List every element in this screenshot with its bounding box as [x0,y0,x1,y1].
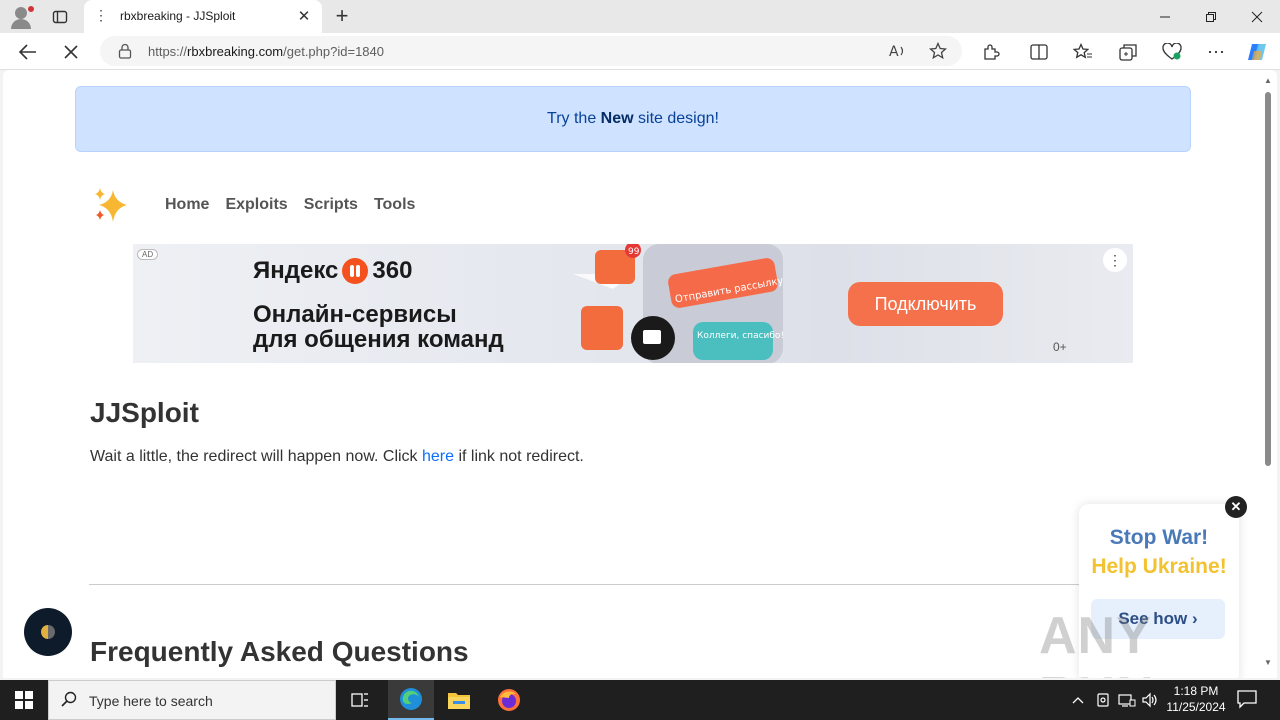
search-placeholder: Type here to search [89,693,213,709]
ad-age-rating: 0+ [1053,340,1067,354]
yandex-ad-banner[interactable]: AD Яндекс 360 Онлайн-сервисы для общения… [133,244,1133,363]
split-screen-icon[interactable] [1025,39,1053,65]
ad-brand: Яндекс 360 [253,257,413,284]
more-menu-icon[interactable]: ⋯ [1202,39,1230,65]
minimize-button[interactable] [1142,0,1188,33]
site-logo-sparkles-icon[interactable] [91,186,133,226]
ad-badge: AD [137,249,159,260]
section-divider [89,584,1089,585]
volume-icon[interactable] [1141,680,1159,720]
banner-prefix: Try the [547,110,601,127]
clock-time: 1:18 PM [1173,684,1219,698]
collections-icon[interactable] [1114,39,1142,65]
anyrun-watermark: ANY RUN [1039,607,1154,678]
tab-actions-icon[interactable] [46,4,74,30]
read-aloud-icon[interactable]: A [886,40,910,62]
firefox-icon[interactable] [486,680,532,720]
page-title: JJSploit [90,397,199,428]
restore-button[interactable] [1188,0,1234,33]
back-arrow-icon[interactable] [14,39,42,65]
redirect-here-link[interactable]: here [422,448,454,465]
svg-text:99: 99 [628,247,640,257]
search-icon [61,691,77,712]
network-icon[interactable] [1118,680,1136,720]
tab-title: rbxbreaking - JJSploit [120,9,236,23]
redirect-message: Wait a little, the redirect will happen … [90,448,584,465]
profile-icon[interactable] [8,4,36,30]
banner-suffix: site design! [633,110,719,127]
svg-text:A: A [889,44,899,59]
start-button[interactable] [0,680,48,720]
nav-scripts[interactable]: Scripts [304,196,358,214]
favorite-star-icon[interactable] [926,40,950,62]
scroll-thumb[interactable] [1265,92,1271,466]
nav-exploits[interactable]: Exploits [225,196,287,214]
show-hidden-icons-icon[interactable] [1071,680,1085,720]
faq-heading: Frequently Asked Questions [90,636,469,667]
windows-logo-icon [15,691,33,709]
help-ukraine-text: Help Ukraine! [1091,555,1227,578]
task-view-icon[interactable] [337,680,383,720]
close-window-button[interactable] [1234,0,1280,33]
banner-new-word: New [600,110,634,127]
taskbar-search[interactable]: Type here to search [48,680,336,720]
scroll-up-arrow-icon[interactable]: ▲ [1264,76,1272,85]
nav-tools[interactable]: Tools [374,196,415,214]
url-text[interactable]: https://rbxbreaking.com/get.php?id=1840 [148,44,384,59]
ad-cta-button[interactable]: Подключить [848,282,1003,326]
close-widget-icon[interactable]: ✕ [1225,496,1247,518]
scroll-down-arrow-icon[interactable]: ▼ [1264,658,1272,667]
notification-icon[interactable] [1236,688,1260,712]
new-design-banner[interactable]: Try the New site design! [75,86,1191,152]
ad-headline: Онлайн-сервисы для общения команд [253,301,504,353]
lock-icon[interactable] [118,43,132,59]
ad-illustration-icon: 99 Отправить рассылку Коллеги, спасибо! [573,244,784,363]
browser-essentials-icon[interactable] [1158,39,1186,65]
tab-menu-icon[interactable]: ⋮ [94,7,108,24]
stop-loading-icon[interactable] [57,39,85,65]
stop-war-text: Stop War! [1109,526,1209,549]
close-tab-icon[interactable]: ✕ [294,6,314,26]
half-moon-icon [41,625,55,639]
windows-taskbar: Type here to search 1:18 PM 11/25/2024 [0,680,1280,720]
favorites-icon[interactable] [1069,39,1097,65]
taskbar-clock[interactable]: 1:18 PM 11/25/2024 [1160,683,1232,715]
browser-titlebar: ⋮ rbxbreaking - JJSploit ✕ + [0,0,1280,33]
copilot-icon[interactable] [1243,39,1271,65]
svg-text:Коллеги, спасибо!: Коллеги, спасибо! [697,331,784,341]
edge-taskbar-icon[interactable] [388,680,434,720]
extensions-icon[interactable] [977,39,1005,65]
site-nav: Home Exploits Scripts Tools [165,196,415,214]
new-tab-button[interactable]: + [330,3,354,28]
device-icon[interactable] [1095,680,1111,720]
ad-options-icon[interactable]: ⋮ [1103,248,1127,272]
browser-toolbar: https://rbxbreaking.com/get.php?id=1840 … [0,33,1280,70]
nav-home[interactable]: Home [165,196,209,214]
file-explorer-icon[interactable] [436,680,482,720]
address-bar[interactable]: https://rbxbreaking.com/get.php?id=1840 … [100,36,962,66]
yandex-360-logo-icon [342,258,369,284]
clock-date: 11/25/2024 [1166,700,1226,714]
theme-toggle-button[interactable] [24,608,72,656]
page-viewport: Try the New site design! Home Exploits S… [3,70,1277,678]
browser-tab[interactable]: ⋮ rbxbreaking - JJSploit ✕ [84,0,322,33]
